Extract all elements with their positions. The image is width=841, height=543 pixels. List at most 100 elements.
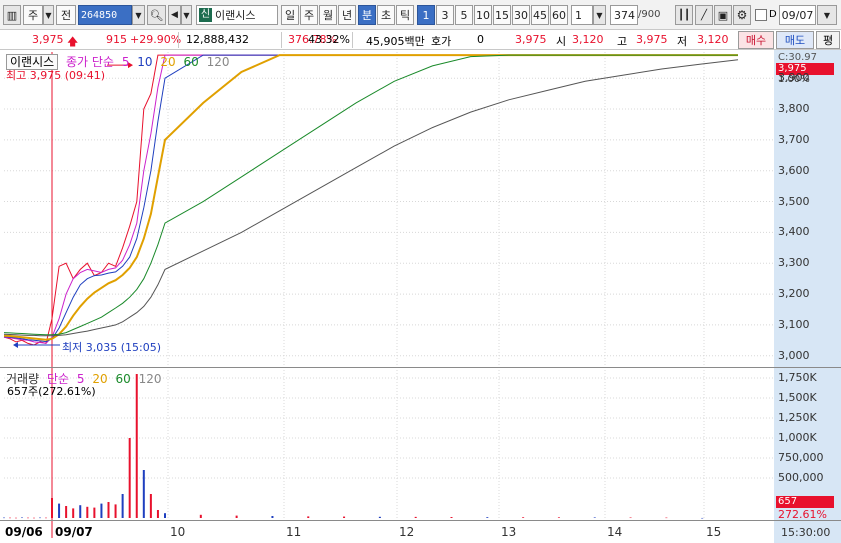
sell-button[interactable]: 매도	[776, 31, 814, 49]
y-label: 1,750K	[778, 371, 817, 384]
legend-vol-ma60: 60	[115, 372, 131, 386]
volume-bar	[100, 503, 103, 518]
volume-bar	[86, 506, 89, 518]
volume-bar	[45, 517, 47, 519]
turnover-rate: 43.32%	[308, 33, 350, 46]
interval-45-label: 45	[533, 8, 547, 22]
period-minute-button[interactable]: 분	[358, 5, 376, 25]
interval-custom-input[interactable]: 1	[571, 5, 593, 25]
interval-10-label: 10	[476, 8, 490, 22]
volume-bar	[701, 517, 704, 519]
candle-type-icon[interactable]: ┃┃	[675, 5, 693, 25]
y-label: 3,400	[778, 225, 810, 239]
price-change-pct: +29.90%	[130, 33, 182, 46]
end-time-label: 15:30:00	[781, 526, 831, 539]
high-price: 3,975	[636, 33, 668, 46]
volume-bar	[27, 517, 29, 519]
stock-name-field[interactable]: 신 이랜시스	[196, 5, 278, 25]
interval-15-button[interactable]: 15	[493, 5, 511, 25]
volume-bar	[3, 517, 5, 519]
x-label: 15	[706, 525, 722, 539]
series-line-10	[3, 54, 738, 343]
average-button-label: 평	[822, 34, 834, 47]
interval-45-button[interactable]: 45	[531, 5, 549, 25]
speaker-icon[interactable]: ◀	[168, 5, 181, 25]
chart-canvas[interactable]	[0, 50, 841, 543]
period-second-button[interactable]: 초	[377, 5, 395, 25]
date-input[interactable]: 09/07	[779, 5, 816, 25]
x-label: 09/07	[55, 525, 93, 539]
market-select[interactable]: 주	[23, 5, 43, 25]
market-select-label: 주	[27, 9, 39, 22]
market-dropdown-icon[interactable]: ▼	[43, 5, 54, 25]
volume-bar	[121, 494, 124, 518]
interval-dropdown-icon[interactable]: ▼	[593, 5, 606, 25]
legend-ma60: 60	[183, 55, 199, 69]
y-label: 500,000	[778, 471, 824, 484]
open-label: 시	[556, 35, 567, 48]
legend-ma10: 10	[137, 55, 153, 69]
grid-lines	[4, 52, 774, 538]
period-minute-label: 분	[361, 9, 373, 22]
interval-60-button[interactable]: 60	[550, 5, 568, 25]
time-axis-divider	[0, 520, 841, 521]
period-day-button[interactable]: 일	[281, 5, 299, 25]
volume-bar	[9, 517, 11, 519]
buy-button[interactable]: 매수	[738, 31, 774, 49]
x-label: 14	[607, 525, 623, 539]
y-label: 1,250K	[778, 411, 817, 424]
price-info-bar: 3,975 🡅 915 +29.90% 12,888,432 376.78% 4…	[0, 30, 841, 50]
x-label: 12	[399, 525, 415, 539]
period-year-button[interactable]: 년	[338, 5, 356, 25]
volume-bar	[665, 517, 668, 519]
volume-bar	[593, 517, 596, 518]
y-label: 3,600	[778, 163, 810, 177]
save-icon[interactable]: ▣	[714, 5, 732, 25]
interval-3-label: 3	[441, 8, 449, 22]
chart-menu-icon[interactable]: ▥	[3, 5, 21, 25]
pane-divider[interactable]	[0, 367, 841, 368]
legend-vol-ma120: 120	[138, 372, 162, 386]
gear-icon[interactable]: ⚙	[733, 5, 751, 25]
legend-ma5: 5	[121, 55, 130, 69]
volume-bar	[164, 513, 166, 518]
interval-3-button[interactable]: 3	[436, 5, 454, 25]
period-tick-button[interactable]: 틱	[396, 5, 414, 25]
volume-bar	[65, 506, 68, 518]
speaker-dropdown-icon[interactable]: ▼	[181, 5, 192, 25]
legend-ma120: 120	[206, 55, 230, 69]
code-dropdown-icon[interactable]: ▼	[132, 5, 145, 25]
count-value: 374	[614, 8, 635, 22]
stock-code-value: 264850	[81, 9, 118, 21]
volume-bar	[450, 517, 453, 518]
open-price: 3,120	[572, 33, 604, 46]
x-label: 09/06	[5, 525, 43, 539]
count-max: /900	[638, 9, 661, 20]
period-month-label: 월	[322, 9, 334, 22]
average-button[interactable]: 평	[816, 31, 840, 49]
interval-30-label: 30	[514, 8, 528, 22]
date-checkbox[interactable]	[755, 9, 767, 21]
prev-button[interactable]: 전	[56, 5, 76, 25]
y-label: 750,000	[778, 451, 824, 464]
calendar-icon[interactable]: ▼	[817, 5, 837, 25]
interval-15-label: 15	[495, 8, 509, 22]
interval-1-button[interactable]: 1	[417, 5, 435, 25]
stock-code-input[interactable]: 264850	[78, 5, 132, 25]
y-label: 1,000K	[778, 431, 817, 444]
price-change: 915	[106, 33, 127, 46]
interval-10-button[interactable]: 10	[474, 5, 492, 25]
volume-bar	[58, 503, 61, 518]
search-icon[interactable]: 🔍︎	[147, 5, 166, 25]
count-input[interactable]: 374	[610, 5, 638, 25]
interval-30-button[interactable]: 30	[512, 5, 530, 25]
x-label: 11	[286, 525, 302, 539]
period-week-button[interactable]: 주	[300, 5, 318, 25]
y-label: 3,500	[778, 194, 810, 208]
chart-area[interactable]: 이랜시스 종가 단순 5 10 20 60 120 최고 3,975 (09:4…	[0, 50, 841, 543]
toolbar: ▥ 주 ▼ 전 264850 ▼ 🔍︎ ◀ ▼ 신 이랜시스 일 주 월 년 분…	[0, 0, 841, 30]
x-label: 13	[501, 525, 517, 539]
interval-5-button[interactable]: 5	[455, 5, 473, 25]
draw-tools-icon[interactable]: ╱	[695, 5, 713, 25]
period-month-button[interactable]: 월	[319, 5, 337, 25]
